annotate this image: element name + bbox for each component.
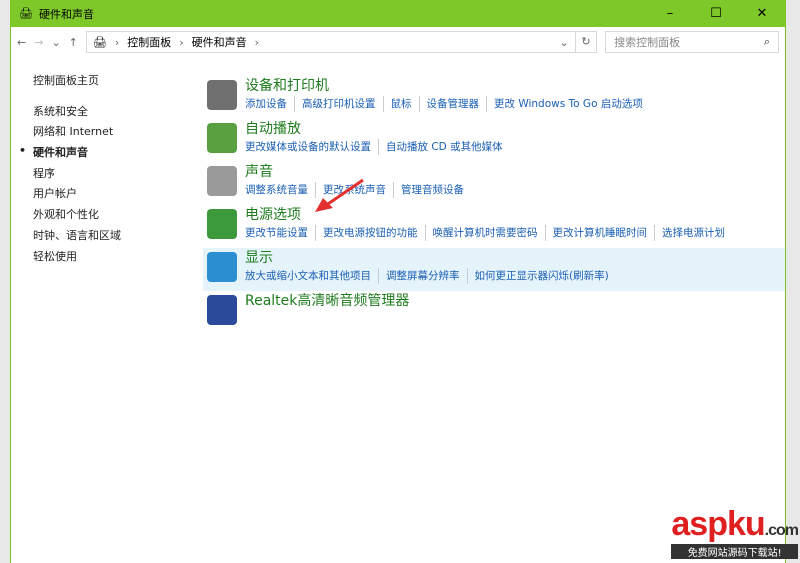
printer-icon: 🖨 xyxy=(92,35,107,49)
category-link[interactable]: 更改电源按钮的功能 xyxy=(315,225,418,241)
forward-button[interactable]: → xyxy=(34,36,43,49)
navigation-bar: ← → ⌄ ↑ 🖨 › 控制面板 › 硬件和声音 › ⌄ ↻ 搜索控制面板 ⌕ xyxy=(11,27,785,57)
category-link[interactable]: 放大或缩小文本和其他项目 xyxy=(245,268,371,284)
autoplay-icon xyxy=(207,123,237,153)
recent-locations-button[interactable]: ⌄ xyxy=(51,36,60,49)
sidebar-home[interactable]: 控制面板主页 xyxy=(33,72,183,93)
category-link[interactable]: 鼠标 xyxy=(382,96,412,112)
category-link[interactable]: 更改计算机睡眠时间 xyxy=(544,225,647,241)
breadcrumb-control-panel[interactable]: 控制面板 xyxy=(127,34,171,50)
close-button[interactable]: ✕ xyxy=(739,6,785,21)
title-bar: 🖨 硬件和声音 – ☐ ✕ xyxy=(11,0,785,27)
back-button[interactable]: ← xyxy=(17,36,26,49)
category-link[interactable]: 高级打印机设置 xyxy=(294,96,376,112)
address-bar[interactable]: 🖨 › 控制面板 › 硬件和声音 › ⌄ xyxy=(85,31,576,53)
watermark: aspku.com 免费网站源码下载站! xyxy=(671,505,799,559)
window-title: 硬件和声音 xyxy=(38,7,94,21)
sidebar-item[interactable]: 用户帐户 xyxy=(33,185,183,206)
chevron-down-icon[interactable]: ⌄ xyxy=(560,36,569,49)
speaker-icon xyxy=(207,166,237,196)
sidebar-item[interactable]: 时钟、语言和区域 xyxy=(33,227,183,248)
category-link[interactable]: 更改媒体或设备的默认设置 xyxy=(245,139,371,155)
sidebar-item-current[interactable]: 硬件和声音 xyxy=(19,144,183,165)
printer-icon: 🖨 xyxy=(19,7,33,20)
sidebar-item[interactable]: 程序 xyxy=(33,165,183,186)
sidebar: 控制面板主页 系统和安全 网络和 Internet 硬件和声音 程序 用户帐户 … xyxy=(19,72,183,269)
minimize-button[interactable]: – xyxy=(647,6,693,21)
category-3: 电源选项 更改节能设置 更改电源按钮的功能 唤醒计算机时需要密码 更改计算机睡眠时间 选择… xyxy=(203,205,785,248)
search-icon[interactable]: ⌕ xyxy=(764,35,770,49)
category-link[interactable]: 选择电源计划 xyxy=(654,225,725,241)
category-list: 设备和打印机 添加设备 高级打印机设置 鼠标 设备管理器 更改 Windows To Go… xyxy=(203,76,785,334)
category-link[interactable]: 添加设备 xyxy=(245,96,287,112)
category-link[interactable]: 更改 Windows To Go 启动选项 xyxy=(486,96,643,112)
maximize-button[interactable]: ☐ xyxy=(693,6,739,21)
breadcrumb-hardware-sound[interactable]: 硬件和声音 xyxy=(192,34,247,50)
category-title[interactable]: 显示 xyxy=(245,248,609,268)
sidebar-item[interactable]: 外观和个性化 xyxy=(33,206,183,227)
up-button[interactable]: ↑ xyxy=(69,36,78,49)
category-link[interactable]: 自动播放 CD 或其他媒体 xyxy=(378,139,503,155)
category-4: 显示 放大或缩小文本和其他项目 调整屏幕分辨率 如何更正显示器闪烁(刷新率) xyxy=(203,248,785,291)
category-link[interactable]: 唤醒计算机时需要密码 xyxy=(424,225,538,241)
sidebar-item[interactable]: 网络和 Internet xyxy=(33,123,183,144)
refresh-button[interactable]: ↻ xyxy=(575,31,598,53)
category-2: 声音 调整系统音量 更改系统声音 管理音频设备 xyxy=(203,162,785,205)
category-link[interactable]: 设备管理器 xyxy=(418,96,479,112)
category-title[interactable]: 设备和打印机 xyxy=(245,76,643,96)
category-link[interactable]: 如何更正显示器闪烁(刷新率) xyxy=(466,268,609,284)
monitor-icon xyxy=(207,252,237,282)
category-link[interactable]: 调整屏幕分辨率 xyxy=(378,268,460,284)
category-title[interactable]: 自动播放 xyxy=(245,119,503,139)
category-link[interactable]: 管理音频设备 xyxy=(393,182,464,198)
category-title[interactable]: Realtek高清晰音频管理器 xyxy=(245,291,409,311)
search-input[interactable]: 搜索控制面板 ⌕ xyxy=(605,31,779,53)
sidebar-item[interactable]: 系统和安全 xyxy=(33,103,183,124)
category-1: 自动播放 更改媒体或设备的默认设置 自动播放 CD 或其他媒体 xyxy=(203,119,785,162)
category-link[interactable]: 调整系统音量 xyxy=(245,182,308,198)
red-arrow-annotation xyxy=(315,178,364,212)
sidebar-item[interactable]: 轻松使用 xyxy=(33,248,183,269)
category-5: Realtek高清晰音频管理器 xyxy=(203,291,785,334)
battery-icon xyxy=(207,209,237,239)
printer-icon xyxy=(207,80,237,110)
category-link[interactable]: 更改节能设置 xyxy=(245,225,308,241)
realtek-icon xyxy=(207,295,237,325)
category-0: 设备和打印机 添加设备 高级打印机设置 鼠标 设备管理器 更改 Windows To Go… xyxy=(203,76,785,119)
control-panel-window: 🖨 硬件和声音 – ☐ ✕ ← → ⌄ ↑ 🖨 › 控制面板 › 硬件和声音 ›… xyxy=(10,0,786,563)
